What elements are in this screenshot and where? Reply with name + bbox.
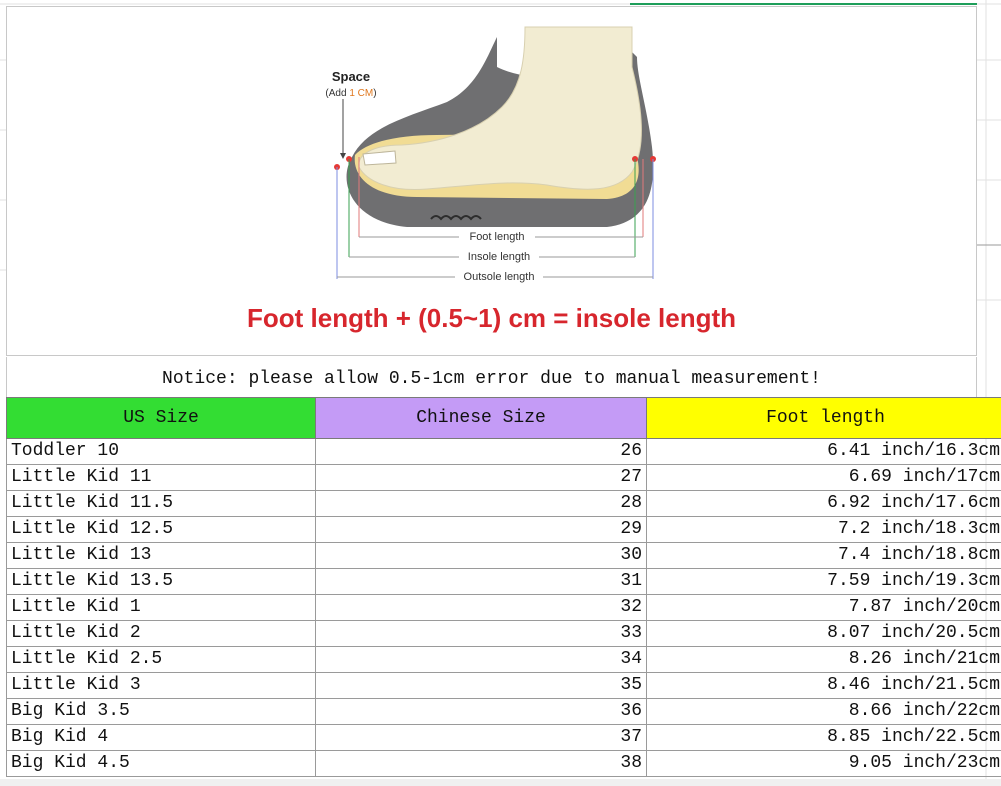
- table-row: Little Kid 13 30 7.4 inch/18.8cm: [6, 542, 1001, 569]
- cell-foot-length: 9.05 inch/23cm: [646, 750, 1001, 777]
- cell-foot-length: 6.41 inch/16.3cm: [646, 438, 1001, 465]
- cell-chinese-size: 28: [315, 490, 647, 517]
- header-chinese-size: Chinese Size: [315, 397, 647, 439]
- cell-us-size: Little Kid 2.5: [6, 646, 316, 673]
- cell-us-size: Big Kid 3.5: [6, 698, 316, 725]
- cell-us-size: Little Kid 11: [6, 464, 316, 491]
- cell-us-size: Little Kid 3: [6, 672, 316, 699]
- insole-length-label: Insole length: [468, 251, 530, 263]
- cell-us-size: Little Kid 2: [6, 620, 316, 647]
- cell-chinese-size: 32: [315, 594, 647, 621]
- cell-us-size: Little Kid 13.5: [6, 568, 316, 595]
- table-row: Big Kid 4 37 8.85 inch/22.5cm: [6, 724, 1001, 751]
- cell-chinese-size: 30: [315, 542, 647, 569]
- cell-us-size: Big Kid 4: [6, 724, 316, 751]
- cell-foot-length: 7.87 inch/20cm: [646, 594, 1001, 621]
- cell-foot-length: 8.46 inch/21.5cm: [646, 672, 1001, 699]
- cell-foot-length: 6.92 inch/17.6cm: [646, 490, 1001, 517]
- table-row: Big Kid 4.5 38 9.05 inch/23cm: [6, 750, 1001, 777]
- table-row: Little Kid 11 27 6.69 inch/17cm: [6, 464, 1001, 491]
- table-row: Little Kid 2 33 8.07 inch/20.5cm: [6, 620, 1001, 647]
- cell-us-size: Little Kid 11.5: [6, 490, 316, 517]
- table-row: Little Kid 1 32 7.87 inch/20cm: [6, 594, 1001, 621]
- cell-chinese-size: 37: [315, 724, 647, 751]
- cell-chinese-size: 36: [315, 698, 647, 725]
- cell-us-size: Little Kid 12.5: [6, 516, 316, 543]
- table-row: Big Kid 3.5 36 8.66 inch/22cm: [6, 698, 1001, 725]
- sheet-bottom-edge: [0, 779, 1001, 786]
- cell-chinese-size: 38: [315, 750, 647, 777]
- cell-chinese-size: 33: [315, 620, 647, 647]
- cell-us-size: Big Kid 4.5: [6, 750, 316, 777]
- table-row: Little Kid 3 35 8.46 inch/21.5cm: [6, 672, 1001, 699]
- cell-us-size: Little Kid 1: [6, 594, 316, 621]
- table-row: Little Kid 12.5 29 7.2 inch/18.3cm: [6, 516, 1001, 543]
- space-sublabel: (Add 1 CM): [325, 88, 376, 99]
- header-us-size: US Size: [6, 397, 316, 439]
- cell-chinese-size: 31: [315, 568, 647, 595]
- cell-chinese-size: 26: [315, 438, 647, 465]
- cell-foot-length: 7.4 inch/18.8cm: [646, 542, 1001, 569]
- foot-length-label: Foot length: [469, 231, 524, 243]
- measurement-notice: Notice: please allow 0.5-1cm error due t…: [6, 357, 977, 397]
- foot-in-shoe-illustration: Space (Add 1 CM) Foot length Insole leng…: [325, 26, 656, 283]
- cell-foot-length: 8.07 inch/20.5cm: [646, 620, 1001, 647]
- cell-chinese-size: 35: [315, 672, 647, 699]
- outsole-length-label: Outsole length: [464, 271, 535, 283]
- table-row: Little Kid 2.5 34 8.26 inch/21cm: [6, 646, 1001, 673]
- cell-foot-length: 8.26 inch/21cm: [646, 646, 1001, 673]
- cell-chinese-size: 34: [315, 646, 647, 673]
- size-chart-table: US Size Chinese Size Foot length Toddler…: [6, 397, 1001, 777]
- cell-foot-length: 8.66 inch/22cm: [646, 698, 1001, 725]
- cell-foot-length: 7.2 inch/18.3cm: [646, 516, 1001, 543]
- cell-us-size: Little Kid 13: [6, 542, 316, 569]
- header-foot-length: Foot length: [646, 397, 1001, 439]
- cell-foot-length: 7.59 inch/19.3cm: [646, 568, 1001, 595]
- cell-us-size: Toddler 10: [6, 438, 316, 465]
- cell-chinese-size: 27: [315, 464, 647, 491]
- space-label: Space: [332, 69, 370, 84]
- table-row: Toddler 10 26 6.41 inch/16.3cm: [6, 438, 1001, 465]
- table-row: Little Kid 13.5 31 7.59 inch/19.3cm: [6, 568, 1001, 595]
- insole-formula: Foot length + (0.5~1) cm = insole length: [246, 303, 737, 333]
- cell-foot-length: 8.85 inch/22.5cm: [646, 724, 1001, 751]
- table-header-row: US Size Chinese Size Foot length: [6, 397, 1001, 439]
- cell-chinese-size: 29: [315, 516, 647, 543]
- insole-diagram-panel: Space (Add 1 CM) Foot length Insole leng…: [6, 6, 977, 356]
- cell-foot-length: 6.69 inch/17cm: [646, 464, 1001, 491]
- table-row: Little Kid 11.5 28 6.92 inch/17.6cm: [6, 490, 1001, 517]
